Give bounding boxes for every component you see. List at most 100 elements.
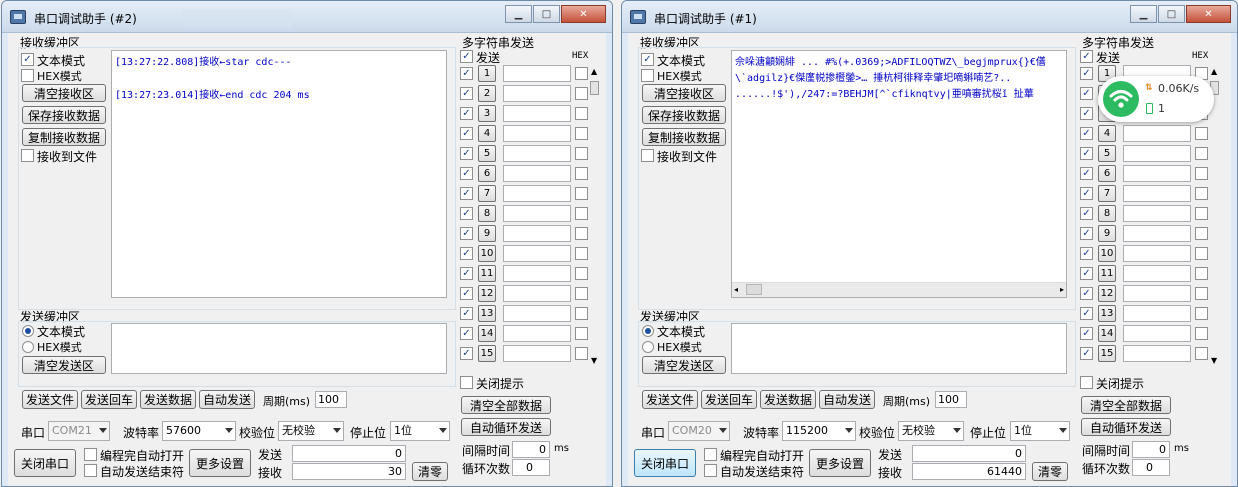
row-send-checkbox[interactable]: ✓ [1080, 287, 1093, 300]
row-send-button[interactable]: 12 [1098, 285, 1116, 302]
interval-input[interactable]: 0 [512, 441, 550, 458]
clear-count-button[interactable]: 清零 [1032, 462, 1068, 481]
row-hex-checkbox[interactable] [575, 247, 588, 260]
maximize-icon[interactable]: □ [1158, 5, 1185, 23]
row-input[interactable] [503, 85, 571, 102]
send-text-radio[interactable] [22, 325, 34, 337]
row-input[interactable] [1123, 205, 1191, 222]
row-send-checkbox[interactable]: ✓ [1080, 147, 1093, 160]
row-send-button[interactable]: 8 [478, 205, 496, 222]
row-send-checkbox[interactable]: ✓ [460, 167, 473, 180]
row-input[interactable] [503, 345, 571, 362]
close-icon[interactable]: ✕ [1186, 5, 1231, 23]
more-settings-button[interactable]: 更多设置 [189, 449, 251, 477]
row-input[interactable] [1123, 145, 1191, 162]
row-input[interactable] [503, 305, 571, 322]
recv-textarea[interactable]: [13:27:22.808]接收←star cdc--- [13:27:23.01… [111, 50, 447, 298]
clear-count-button[interactable]: 清零 [412, 462, 448, 481]
row-hex-checkbox[interactable] [575, 327, 588, 340]
close-tip-checkbox[interactable] [1080, 376, 1093, 389]
row-hex-checkbox[interactable] [575, 287, 588, 300]
row-input[interactable] [503, 285, 571, 302]
clear-all-button[interactable]: 清空全部数据 [461, 396, 551, 414]
row-send-checkbox[interactable]: ✓ [460, 127, 473, 140]
row-send-checkbox[interactable]: ✓ [1080, 207, 1093, 220]
row-send-button[interactable]: 14 [478, 325, 496, 342]
row-hex-checkbox[interactable] [575, 207, 588, 220]
row-send-checkbox[interactable]: ✓ [460, 307, 473, 320]
row-send-button[interactable]: 6 [1098, 165, 1116, 182]
row-send-button[interactable]: 10 [478, 245, 496, 262]
auto-end-checkbox[interactable] [704, 464, 717, 477]
row-send-button[interactable]: 7 [478, 185, 496, 202]
stop-select[interactable]: 1位 [390, 421, 450, 441]
row-input[interactable] [1123, 285, 1191, 302]
row-input[interactable] [1123, 325, 1191, 342]
row-send-checkbox[interactable]: ✓ [1080, 187, 1093, 200]
row-send-checkbox[interactable]: ✓ [460, 107, 473, 120]
send-cr-button[interactable]: 发送回车 [701, 390, 757, 409]
row-send-button[interactable]: 4 [1098, 125, 1116, 142]
row-send-button[interactable]: 14 [1098, 325, 1116, 342]
text-mode-checkbox[interactable]: ✓ [21, 53, 34, 66]
hex-mode-checkbox[interactable] [641, 69, 654, 82]
auto-open-checkbox[interactable] [84, 448, 97, 461]
horizontal-scrollbar[interactable]: ◂ ▸ [732, 282, 1066, 297]
send-data-button[interactable]: 发送数据 [140, 390, 196, 409]
row-send-checkbox[interactable]: ✓ [460, 287, 473, 300]
scroll-down-icon[interactable]: ▼ [591, 356, 597, 365]
clear-recv-button[interactable]: 清空接收区 [22, 84, 106, 102]
row-send-button[interactable]: 6 [478, 165, 496, 182]
row-send-button[interactable]: 13 [478, 305, 496, 322]
row-send-checkbox[interactable]: ✓ [1080, 327, 1093, 340]
baud-select[interactable]: 57600 [162, 421, 236, 441]
auto-send-button[interactable]: 自动发送 [819, 390, 875, 409]
row-send-checkbox[interactable]: ✓ [1080, 107, 1093, 120]
close-tip-checkbox[interactable] [460, 376, 473, 389]
row-input[interactable] [503, 245, 571, 262]
close-port-button[interactable]: 关闭串口 [634, 449, 696, 477]
row-input[interactable] [503, 125, 571, 142]
send-file-button[interactable]: 发送文件 [22, 390, 78, 409]
port-select[interactable]: COM21 [48, 421, 110, 441]
recv-textarea[interactable]: 佘哚溏龥娴緋 ... #%(+.0369;>ADFILOQTWZ\_begjmp… [731, 50, 1067, 298]
auto-open-checkbox[interactable] [704, 448, 717, 461]
row-hex-checkbox[interactable] [1195, 307, 1208, 320]
scroll-up-icon[interactable]: ▲ [591, 67, 597, 76]
loop-input[interactable]: 0 [1132, 459, 1170, 476]
send-textarea[interactable] [731, 323, 1067, 374]
clear-recv-button[interactable]: 清空接收区 [642, 84, 726, 102]
save-recv-button[interactable]: 保存接收数据 [22, 106, 106, 124]
more-settings-button[interactable]: 更多设置 [809, 449, 871, 477]
stop-select[interactable]: 1位 [1010, 421, 1070, 441]
row-send-checkbox[interactable]: ✓ [460, 267, 473, 280]
recv-to-file-checkbox[interactable] [21, 149, 34, 162]
row-hex-checkbox[interactable] [575, 227, 588, 240]
row-hex-checkbox[interactable] [1195, 147, 1208, 160]
row-hex-checkbox[interactable] [1195, 327, 1208, 340]
loop-input[interactable]: 0 [512, 459, 550, 476]
auto-loop-button[interactable]: 自动循环发送 [461, 418, 551, 436]
row-input[interactable] [503, 205, 571, 222]
row-hex-checkbox[interactable] [575, 187, 588, 200]
row-send-checkbox[interactable]: ✓ [1080, 67, 1093, 80]
row-send-button[interactable]: 13 [1098, 305, 1116, 322]
row-hex-checkbox[interactable] [575, 267, 588, 280]
row-send-button[interactable]: 2 [478, 85, 496, 102]
port-select[interactable]: COM20 [668, 421, 730, 441]
copy-recv-button[interactable]: 复制接收数据 [22, 128, 106, 146]
copy-recv-button[interactable]: 复制接收数据 [642, 128, 726, 146]
save-recv-button[interactable]: 保存接收数据 [642, 106, 726, 124]
multi-scrollbar[interactable]: ▲ ▼ [588, 67, 602, 365]
auto-end-checkbox[interactable] [84, 464, 97, 477]
row-send-button[interactable]: 9 [1098, 225, 1116, 242]
row-input[interactable] [503, 265, 571, 282]
row-input[interactable] [1123, 265, 1191, 282]
row-hex-checkbox[interactable] [575, 107, 588, 120]
row-send-button[interactable]: 11 [1098, 265, 1116, 282]
interval-input[interactable]: 0 [1132, 441, 1170, 458]
send-file-button[interactable]: 发送文件 [642, 390, 698, 409]
row-send-checkbox[interactable]: ✓ [1080, 307, 1093, 320]
row-input[interactable] [503, 105, 571, 122]
send-all-checkbox[interactable]: ✓ [460, 50, 473, 63]
